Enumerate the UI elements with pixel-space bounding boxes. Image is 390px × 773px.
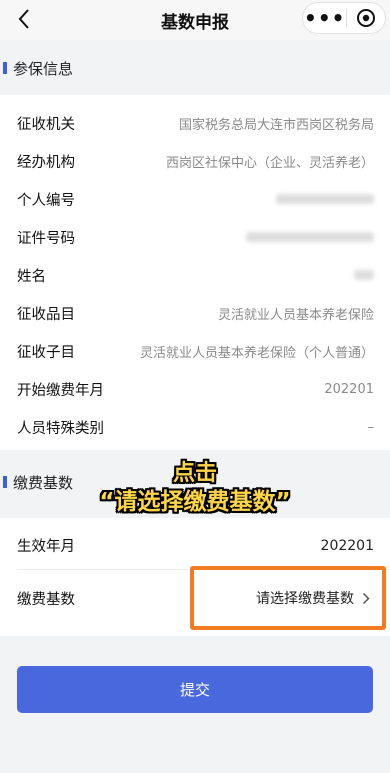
row-label: 缴费基数	[17, 591, 75, 608]
row-value: 西岗区社保中心（企业、灵活养老）	[165, 155, 374, 171]
chevron-right-icon	[362, 592, 370, 604]
more-button[interactable]: •••	[303, 3, 346, 33]
info-row-collection-subitem: 征收子目 灵活就业人员基本养老保险（个人普通）	[0, 332, 390, 370]
insured-info-header: 参保信息	[0, 42, 390, 94]
info-row-personal-id: 个人编号	[0, 180, 390, 218]
redacted-value	[246, 232, 374, 242]
row-value: 国家税务总局大连市西岗区税务局	[178, 117, 374, 133]
contribution-base-header: 缴费基数	[0, 456, 390, 508]
submit-button[interactable]: 提交	[17, 666, 373, 713]
row-value: –	[367, 419, 375, 435]
row-label: 经办机构	[17, 154, 75, 171]
info-row-special-category: 人员特殊类别 –	[0, 408, 390, 446]
row-value: 灵活就业人员基本养老保险	[217, 307, 374, 323]
redacted-value	[276, 194, 374, 204]
close-mini-program-button[interactable]	[347, 3, 385, 33]
info-row-collection-item: 征收品目 灵活就业人员基本养老保险	[0, 294, 390, 332]
row-label: 征收机关	[17, 116, 75, 133]
effective-month-row: 生效年月 202201	[0, 521, 390, 570]
contribution-base-selector[interactable]: 请选择缴费基数	[190, 566, 386, 630]
info-row-agency: 经办机构 西岗区社保中心（企业、灵活养老）	[0, 142, 390, 180]
back-button[interactable]	[8, 4, 40, 34]
row-label: 征收品目	[17, 306, 75, 323]
info-row-start-month: 开始缴费年月 202201	[0, 370, 390, 408]
section-title: 参保信息	[13, 59, 74, 78]
row-label: 开始缴费年月	[17, 382, 104, 399]
row-label: 姓名	[17, 268, 46, 285]
row-label: 个人编号	[17, 192, 75, 209]
row-label: 征收子目	[17, 344, 75, 361]
insured-info-card: 征收机关 国家税务总局大连市西岗区税务局 经办机构 西岗区社保中心（企业、灵活养…	[0, 95, 390, 450]
row-label: 人员特殊类别	[17, 420, 104, 437]
row-label: 生效年月	[17, 539, 75, 555]
info-row-certificate-number: 证件号码	[0, 218, 390, 256]
chevron-left-icon	[18, 9, 29, 29]
target-close-icon	[357, 9, 376, 27]
section-accent-bar	[3, 62, 7, 74]
section-title: 缴费基数	[13, 473, 74, 492]
mini-program-capsule: •••	[302, 2, 386, 34]
row-value: 灵活就业人员基本养老保险（个人普通）	[139, 345, 374, 361]
info-row-collection-authority: 征收机关 国家税务总局大连市西岗区税务局	[0, 104, 390, 142]
info-row-name: 姓名	[0, 256, 390, 294]
more-icon: •••	[304, 6, 346, 30]
row-label: 证件号码	[17, 230, 75, 247]
row-value: 202201	[320, 537, 374, 554]
redacted-value	[354, 270, 374, 280]
selector-placeholder: 请选择缴费基数	[256, 591, 354, 607]
section-accent-bar	[3, 476, 7, 488]
row-value: 202201	[324, 381, 374, 397]
navigation-bar: 基数申报 •••	[0, 0, 390, 40]
